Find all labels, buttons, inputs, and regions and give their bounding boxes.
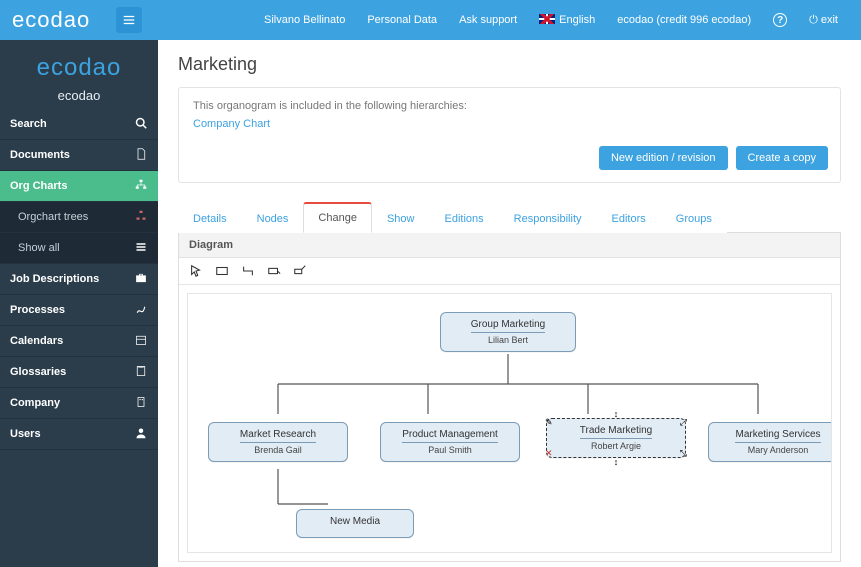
- search-icon: [134, 117, 148, 132]
- tabs: Details Nodes Change Show Editions Respo…: [178, 201, 841, 233]
- sidebar-sub-show-all[interactable]: Show all: [0, 233, 158, 264]
- exit-icon: ⏻: [809, 14, 818, 27]
- tab-show[interactable]: Show: [372, 204, 430, 233]
- sidebar-header: ecodao ecodao: [0, 40, 158, 109]
- page-title: Marketing: [178, 54, 841, 75]
- hamburger-icon: [122, 13, 136, 27]
- topbar-right: Silvano Bellinato Personal Data Ask supp…: [253, 13, 849, 27]
- tab-change[interactable]: Change: [303, 202, 372, 233]
- tool-edit-icon[interactable]: [293, 264, 307, 278]
- sidebar-toggle[interactable]: [116, 7, 142, 33]
- brand-logo: ecodao: [12, 7, 110, 33]
- sidebar-item-company[interactable]: Company: [0, 388, 158, 419]
- topbar-help[interactable]: ?: [762, 13, 798, 27]
- topbar-personal[interactable]: Personal Data: [356, 14, 448, 26]
- sidebar-item-jobdescriptions[interactable]: Job Descriptions: [0, 264, 158, 295]
- tab-responsibility[interactable]: Responsibility: [499, 204, 597, 233]
- sidebar-sub-orgchart-trees[interactable]: Orgchart trees: [0, 202, 158, 233]
- sidebar-item-users[interactable]: Users: [0, 419, 158, 450]
- sidebar-brand: ecodao: [0, 54, 158, 82]
- list-icon: [134, 241, 148, 256]
- node-marketing-services[interactable]: Marketing Services Mary Anderson: [708, 422, 832, 462]
- help-icon: ?: [773, 13, 787, 27]
- sidebar-item-processes[interactable]: Processes: [0, 295, 158, 326]
- briefcase-icon: [134, 272, 148, 287]
- tab-nodes[interactable]: Nodes: [242, 204, 304, 233]
- node-group-marketing[interactable]: Group Marketing Lilian Bert: [440, 312, 576, 352]
- sidebar-subtitle: ecodao: [0, 88, 158, 103]
- sidebar: ecodao ecodao Search Documents Org Chart…: [0, 40, 158, 567]
- building-icon: [134, 396, 148, 411]
- document-icon: [134, 148, 148, 163]
- tab-details[interactable]: Details: [178, 204, 242, 233]
- tree-icon: [134, 210, 148, 225]
- diagram-title: Diagram: [179, 233, 840, 258]
- company-chart-link[interactable]: Company Chart: [193, 118, 270, 130]
- sidebar-item-glossaries[interactable]: Glossaries: [0, 357, 158, 388]
- node-market-research[interactable]: Market Research Brenda Gail: [208, 422, 348, 462]
- process-icon: [134, 303, 148, 318]
- calendar-icon: [134, 334, 148, 349]
- tab-editions[interactable]: Editions: [430, 204, 499, 233]
- tool-connect-icon[interactable]: [241, 264, 255, 278]
- user-icon: [134, 427, 148, 442]
- tab-groups[interactable]: Groups: [661, 204, 727, 233]
- uk-flag-icon: [539, 14, 555, 24]
- topbar-language[interactable]: English: [528, 14, 606, 26]
- topbar-support[interactable]: Ask support: [448, 14, 528, 26]
- orgchart-icon: [134, 179, 148, 194]
- topbar-user[interactable]: Silvano Bellinato: [253, 14, 356, 26]
- diagram-canvas[interactable]: Group Marketing Lilian Bert Market Resea…: [187, 293, 832, 553]
- sidebar-item-documents[interactable]: Documents: [0, 140, 158, 171]
- node-product-management[interactable]: Product Management Paul Smith: [380, 422, 520, 462]
- tool-label-icon[interactable]: [267, 264, 281, 278]
- sidebar-item-orgcharts[interactable]: Org Charts: [0, 171, 158, 202]
- diagram-toolbar: [179, 258, 840, 285]
- tool-pointer-icon[interactable]: [189, 264, 203, 278]
- sidebar-item-calendars[interactable]: Calendars: [0, 326, 158, 357]
- tab-editors[interactable]: Editors: [597, 204, 661, 233]
- node-new-media[interactable]: New Media: [296, 509, 414, 538]
- book-icon: [134, 365, 148, 380]
- hierarchy-note: This organogram is included in the follo…: [193, 100, 826, 112]
- create-copy-button[interactable]: Create a copy: [736, 146, 828, 170]
- topbar-credit[interactable]: ecodao (credit 996 ecodao): [606, 14, 762, 26]
- topbar-exit[interactable]: ⏻exit: [798, 14, 849, 27]
- node-trade-marketing[interactable]: ✎ ⤢ ✕ ⤡ ↕ ↕ Trade Marketing Robert Argie: [546, 418, 686, 458]
- sidebar-item-search[interactable]: Search: [0, 109, 158, 140]
- new-edition-button[interactable]: New edition / revision: [599, 146, 728, 170]
- tool-box-icon[interactable]: [215, 264, 229, 278]
- content: Marketing This organogram is included in…: [158, 40, 861, 567]
- topbar: ecodao Silvano Bellinato Personal Data A…: [0, 0, 861, 40]
- info-panel: This organogram is included in the follo…: [178, 87, 841, 183]
